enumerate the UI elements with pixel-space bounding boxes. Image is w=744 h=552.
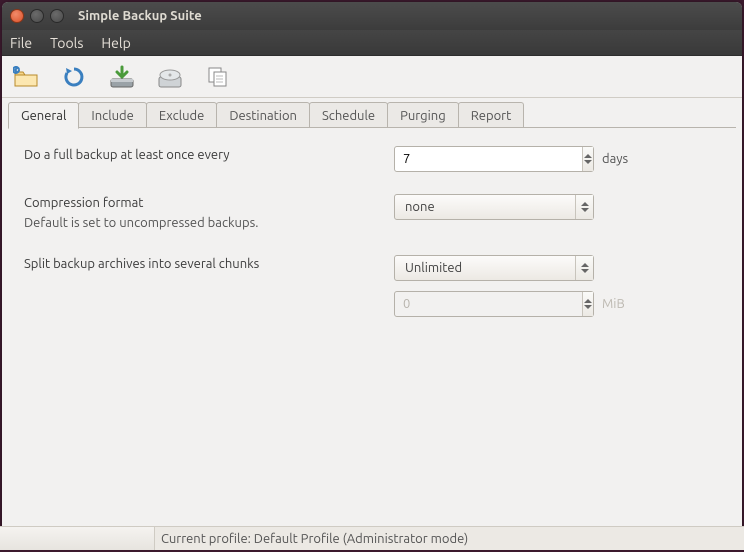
tabbar: General Include Exclude Destination Sche… <box>2 98 742 128</box>
status-tab[interactable] <box>2 527 155 546</box>
compression-label: Compression format <box>24 194 394 214</box>
tab-label: General <box>21 109 66 123</box>
chevron-down-icon <box>581 208 589 212</box>
tab-schedule[interactable]: Schedule <box>309 102 388 128</box>
chevron-down-icon <box>584 305 592 309</box>
tab-purging[interactable]: Purging <box>387 102 459 128</box>
row-split-size: MiB <box>24 291 720 317</box>
menu-help[interactable]: Help <box>101 35 130 51</box>
chevron-up-icon <box>581 202 589 206</box>
chevron-down-icon <box>584 160 592 164</box>
minimize-icon[interactable] <box>30 9 44 23</box>
tab-report[interactable]: Report <box>458 102 525 128</box>
menubar: File Tools Help <box>2 30 742 56</box>
split-size-input <box>395 297 582 311</box>
full-backup-input[interactable] <box>395 152 582 166</box>
tab-general[interactable]: General <box>8 102 79 129</box>
open-folder-icon[interactable] <box>12 63 40 91</box>
tab-label: Exclude <box>159 109 205 123</box>
tab-label: Include <box>91 109 133 123</box>
combo-arrows <box>575 256 593 280</box>
compression-value: none <box>395 200 575 214</box>
app-window: Simple Backup Suite File Tools Help Gene… <box>2 2 742 546</box>
menu-tools[interactable]: Tools <box>50 35 83 51</box>
spin-buttons[interactable] <box>582 147 593 171</box>
tab-exclude[interactable]: Exclude <box>146 102 218 128</box>
tab-destination[interactable]: Destination <box>216 102 310 128</box>
tab-label: Report <box>471 109 512 123</box>
tab-content-general: Do a full backup at least once every day… <box>2 128 742 508</box>
close-icon[interactable] <box>10 9 24 23</box>
status-text: Current profile: Default Profile (Admini… <box>155 532 468 546</box>
split-value: Unlimited <box>395 261 575 275</box>
tab-label: Destination <box>229 109 297 123</box>
tab-label: Schedule <box>322 109 375 123</box>
full-backup-spinbox[interactable] <box>394 146 594 172</box>
reload-icon[interactable] <box>60 63 88 91</box>
split-size-spinbox <box>394 291 594 317</box>
row-compression: Compression format Default is set to unc… <box>24 194 720 233</box>
titlebar[interactable]: Simple Backup Suite <box>2 2 742 30</box>
split-label: Split backup archives into several chunk… <box>24 257 259 271</box>
maximize-icon[interactable] <box>50 9 64 23</box>
window-buttons <box>10 9 64 23</box>
tab-label: Purging <box>400 109 446 123</box>
chevron-up-icon <box>584 299 592 303</box>
copy-icon[interactable] <box>204 63 232 91</box>
chevron-down-icon <box>581 269 589 273</box>
window-title: Simple Backup Suite <box>78 9 202 23</box>
compression-sublabel: Default is set to uncompressed backups. <box>24 214 394 234</box>
compression-combobox[interactable]: none <box>394 194 594 220</box>
backup-icon[interactable] <box>108 63 136 91</box>
spin-buttons <box>582 292 593 316</box>
full-backup-unit: days <box>602 152 628 166</box>
combo-arrows <box>575 195 593 219</box>
split-size-unit: MiB <box>602 297 625 311</box>
statusbar: Current profile: Default Profile (Admini… <box>2 526 742 546</box>
disk-icon[interactable] <box>156 63 184 91</box>
row-split: Split backup archives into several chunk… <box>24 255 720 281</box>
chevron-up-icon <box>584 154 592 158</box>
row-full-backup: Do a full backup at least once every day… <box>24 146 720 172</box>
menu-file[interactable]: File <box>10 35 32 51</box>
split-combobox[interactable]: Unlimited <box>394 255 594 281</box>
toolbar <box>2 56 742 98</box>
tab-include[interactable]: Include <box>78 102 146 128</box>
chevron-up-icon <box>581 263 589 267</box>
full-backup-label: Do a full backup at least once every <box>24 148 230 162</box>
